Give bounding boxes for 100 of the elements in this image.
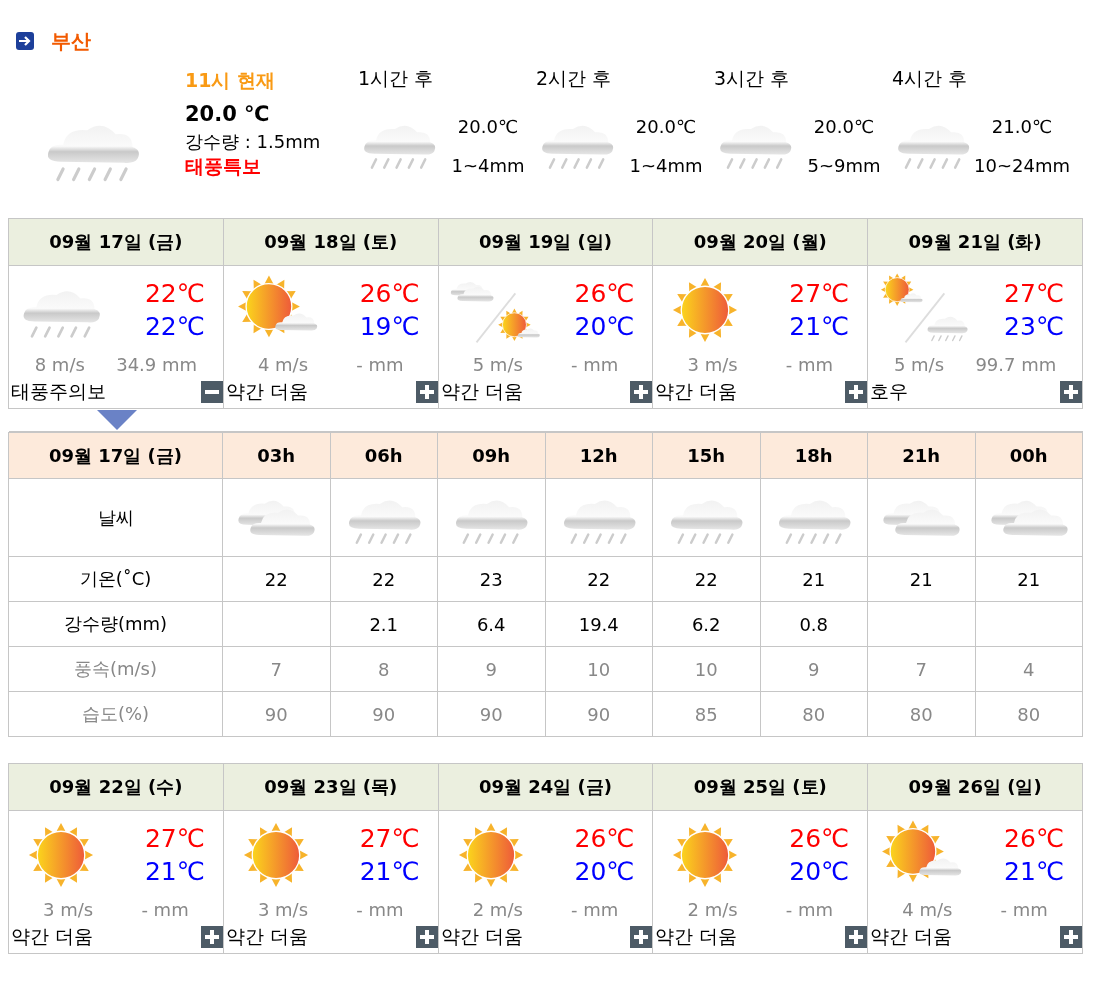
hour-forecast-precipitation: 5~9mm	[807, 155, 881, 176]
day-header: 09월 21일 (화)	[867, 218, 1083, 266]
precipitation-amount: - mm	[141, 899, 189, 920]
table-cell: 19.4	[578, 613, 619, 635]
precipitation-amount: - mm	[785, 354, 834, 375]
day-header: 09월 17일 (금)	[8, 218, 224, 266]
wind-speed: 5 m/s	[893, 354, 945, 375]
weather-note: 약간 더움	[10, 924, 94, 949]
current-temperature: 20.0 ℃	[185, 102, 270, 126]
expand-icon[interactable]	[630, 926, 653, 948]
high-temperature: 26℃	[574, 279, 635, 308]
low-temperature: 23℃	[1004, 312, 1064, 341]
table-cell: 85	[694, 703, 718, 725]
table-cell: 21	[1017, 568, 1041, 590]
typhoon-warning-text: 태풍특보	[185, 154, 261, 179]
table-cell: 22	[694, 568, 718, 590]
expand-icon[interactable]	[1060, 926, 1082, 948]
precipitation-amount: - mm	[785, 899, 834, 920]
low-temperature: 19℃	[359, 312, 420, 341]
row-label: 풍속(m/s)	[8, 646, 223, 692]
low-temperature: 20℃	[574, 857, 635, 886]
hour-header: 12h	[545, 432, 653, 479]
hour-header: 09h	[437, 432, 545, 479]
day-header: 09월 23일 (목)	[223, 763, 439, 811]
collapse-icon[interactable]	[200, 381, 223, 403]
day-header: 09월 18일 (토)	[223, 218, 439, 266]
expand-icon[interactable]	[630, 381, 653, 403]
table-cell: 9	[485, 658, 497, 680]
weather-note: 약간 더움	[654, 924, 738, 949]
table-cell: 4	[1023, 658, 1035, 680]
row-label: 강수량(mm)	[8, 601, 223, 647]
precipitation-amount: - mm	[1000, 899, 1048, 920]
table-cell: 22	[372, 568, 396, 590]
hour-forecast-temperature: 20.0℃	[457, 116, 519, 137]
day-header: 09월 19일 (일)	[438, 218, 653, 266]
table-cell: 7	[270, 658, 282, 680]
low-temperature: 21℃	[1004, 857, 1064, 886]
table-cell: 22	[264, 568, 288, 590]
wind-speed: 2 m/s	[687, 899, 738, 920]
hour-forecast-temperature: 20.0℃	[813, 116, 875, 137]
hour-header: 00h	[975, 432, 1083, 479]
table-cell: 10	[694, 658, 718, 680]
row-label: 날씨	[8, 478, 223, 557]
arrow-icon	[16, 32, 34, 50]
high-temperature: 22℃	[144, 279, 205, 308]
hour-header: 21h	[867, 432, 975, 479]
hour-header: 06h	[330, 432, 438, 479]
day-header: 09월 25일 (토)	[652, 763, 868, 811]
table-cell: 10	[587, 658, 611, 680]
high-temperature: 27℃	[359, 824, 420, 853]
wind-speed: 5 m/s	[472, 354, 523, 375]
table-cell: 90	[587, 703, 611, 725]
weather-note: 약간 더움	[224, 924, 308, 949]
low-temperature: 21℃	[789, 312, 850, 341]
table-cell: 9	[808, 658, 820, 680]
row-label: 기온(˚C)	[8, 556, 223, 602]
hour-forecast-label: 3시간 후	[714, 66, 790, 91]
hour-header: 15h	[652, 432, 760, 479]
row-label: 습도(%)	[8, 691, 223, 737]
table-cell: 90	[372, 703, 396, 725]
location-title: 부산	[51, 27, 91, 55]
expand-icon[interactable]	[200, 926, 223, 948]
high-temperature: 26℃	[574, 824, 635, 853]
table-cell: 90	[264, 703, 288, 725]
high-temperature: 27℃	[789, 279, 850, 308]
hour-forecast-label: 4시간 후	[892, 66, 968, 91]
high-temperature: 27℃	[1004, 279, 1064, 308]
hour-forecast-temperature: 21.0℃	[991, 116, 1053, 137]
weather-note: 태풍주의보	[10, 379, 106, 404]
high-temperature: 26℃	[789, 824, 850, 853]
high-temperature: 26℃	[1004, 824, 1064, 853]
hourly-date-header: 09월 17일 (금)	[8, 432, 223, 479]
weather-note: 약간 더움	[439, 379, 523, 404]
table-cell: 8	[378, 658, 390, 680]
expand-icon[interactable]	[1060, 381, 1082, 403]
table-cell: 23	[479, 568, 503, 590]
expand-icon[interactable]	[415, 381, 438, 403]
hour-forecast-precipitation: 1~4mm	[451, 155, 525, 176]
table-cell: 6.4	[476, 613, 506, 635]
precipitation-amount: - mm	[571, 354, 619, 375]
low-temperature: 20℃	[574, 312, 635, 341]
table-cell: 2.1	[369, 613, 399, 635]
current-precipitation: 강수량 : 1.5mm	[185, 130, 321, 154]
table-cell: 0.8	[799, 613, 829, 635]
wind-speed: 2 m/s	[472, 899, 523, 920]
wind-speed: 8 m/s	[34, 354, 85, 375]
low-temperature: 20℃	[789, 857, 850, 886]
expand-icon[interactable]	[845, 381, 868, 403]
expand-icon[interactable]	[845, 926, 868, 948]
high-temperature: 27℃	[144, 824, 205, 853]
table-cell: 21	[909, 568, 933, 590]
hour-forecast-label: 2시간 후	[536, 66, 612, 91]
weather-note: 호우	[869, 379, 909, 404]
wind-speed: 4 m/s	[902, 899, 953, 920]
hour-forecast-label: 1시간 후	[358, 66, 434, 91]
hour-header: 18h	[760, 432, 868, 479]
hour-forecast-precipitation: 10~24mm	[974, 155, 1070, 176]
weather-note: 약간 더움	[869, 924, 953, 949]
expand-icon[interactable]	[415, 926, 438, 948]
table-cell: 80	[802, 703, 826, 725]
